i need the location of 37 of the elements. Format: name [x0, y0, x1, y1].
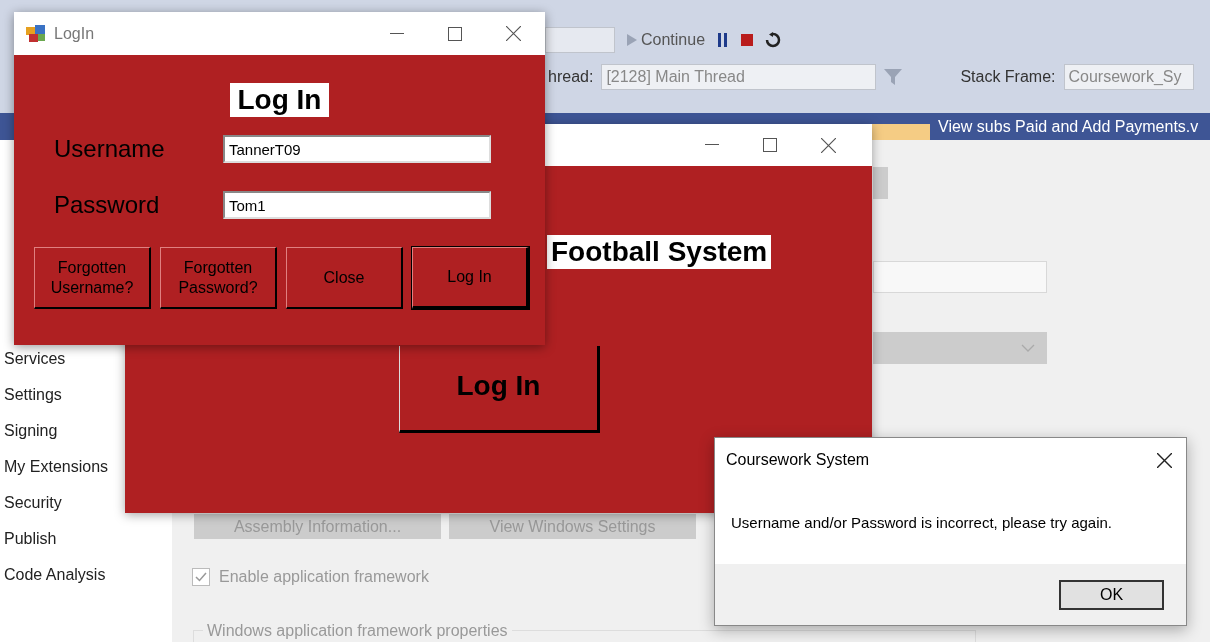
minimize-icon[interactable] [705, 144, 719, 146]
sidebar-item[interactable]: Settings [4, 383, 109, 406]
app-icon [26, 24, 46, 43]
close-icon[interactable] [506, 26, 521, 41]
login-heading: Log In [229, 83, 330, 117]
stop-icon[interactable] [741, 34, 754, 46]
window-title: LogIn [54, 23, 95, 44]
maximize-icon[interactable] [763, 138, 777, 152]
text-input[interactable]: TannerT09 [223, 135, 491, 163]
close-icon[interactable] [1157, 452, 1172, 468]
check-icon [195, 572, 207, 582]
sidebar-item[interactable]: Publish [4, 527, 109, 550]
close-icon[interactable] [821, 137, 836, 153]
text-input[interactable]: Tom1 [223, 191, 491, 219]
checkbox[interactable] [192, 568, 210, 586]
play-icon [627, 34, 637, 46]
chevron-down-icon [1021, 344, 1035, 352]
sidebar-item[interactable]: Services [4, 347, 109, 370]
message-box-title: Coursework System [726, 450, 870, 470]
stack-frame-label: Stack Frame: [960, 67, 1056, 87]
thread-label: hread: [548, 67, 594, 87]
maximize-icon[interactable] [448, 26, 462, 41]
sidebar-item[interactable]: Code Analysis [4, 563, 109, 586]
field-label: Password [54, 190, 161, 220]
football-heading: Football System [547, 235, 772, 269]
field-label: Username [54, 134, 166, 164]
document-tab[interactable]: View subs Paid and Add Payments.v [930, 113, 1207, 140]
checkbox-label: Enable application framework [219, 567, 429, 587]
ok-button[interactable]: OK [1059, 579, 1164, 610]
continue-button[interactable]: Continue [627, 28, 706, 52]
sidebar-item[interactable]: Signing [4, 419, 109, 442]
restart-icon[interactable] [765, 32, 782, 48]
minimize-icon[interactable] [390, 32, 404, 35]
error-message: Username and/or Password is incorrect, please try again. [730, 513, 1113, 533]
sidebar-item[interactable]: My Extensions [4, 455, 109, 478]
sidebar-item[interactable]: Security [4, 491, 109, 514]
pause-icon[interactable] [717, 33, 730, 47]
